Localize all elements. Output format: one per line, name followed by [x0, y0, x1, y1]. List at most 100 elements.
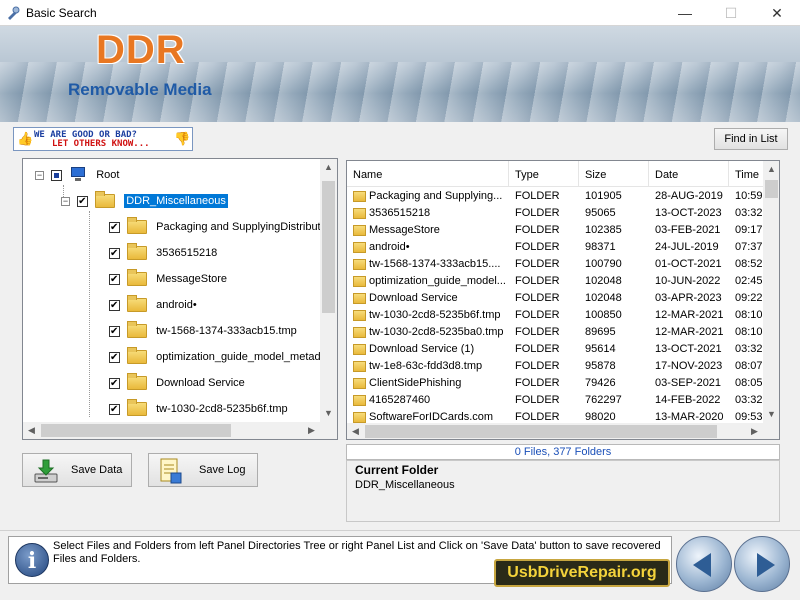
list-horizontal-scrollbar[interactable]: ◀ ▶	[347, 423, 779, 439]
find-in-list-button[interactable]: Find in List	[714, 128, 788, 150]
column-header-date[interactable]: Date	[649, 161, 729, 187]
tree-checkbox[interactable]	[109, 400, 120, 420]
current-folder-heading: Current Folder	[355, 463, 439, 477]
tree-node[interactable]: Packaging and SupplyingDistribution	[109, 217, 335, 238]
scroll-thumb[interactable]	[765, 180, 778, 198]
tree-node[interactable]: tw-1568-1374-333acb15.tmp	[109, 321, 297, 342]
column-header-size[interactable]: Size	[579, 161, 649, 187]
scroll-right-icon[interactable]: ▶	[303, 422, 320, 439]
tree-checkbox[interactable]	[77, 192, 89, 212]
tree-checkbox[interactable]	[109, 348, 120, 368]
feedback-badge[interactable]: 👍 WE ARE GOOD OR BAD? LET OTHERS KNOW...…	[13, 127, 193, 151]
cell-name: 4165287460	[369, 394, 431, 406]
cell-time: 08:10	[735, 326, 763, 338]
scroll-thumb[interactable]	[322, 181, 335, 313]
tree-checkbox[interactable]	[109, 296, 120, 316]
next-button[interactable]	[734, 536, 790, 592]
brand-logo: DDR	[96, 28, 186, 72]
scroll-down-icon[interactable]: ▼	[763, 406, 779, 423]
tree-node[interactable]: 3536515218	[109, 243, 218, 264]
cell-name: android•	[369, 241, 410, 253]
cell-type: FOLDER	[515, 309, 560, 321]
cell-name: 3536515218	[369, 207, 431, 219]
table-row[interactable]: tw-1030-2cd8-5235ba0.tmp FOLDER 89695 12-MA…	[347, 324, 765, 341]
cell-type: FOLDER	[515, 190, 560, 202]
save-log-label: Save Log	[199, 464, 246, 476]
list-vertical-scrollbar[interactable]: ▲ ▼	[763, 161, 779, 423]
back-button[interactable]	[676, 536, 732, 592]
table-row[interactable]: android• FOLDER 98371 24-JUL-2019 07:37	[347, 239, 765, 256]
scroll-thumb[interactable]	[365, 425, 717, 438]
scroll-thumb[interactable]	[41, 424, 231, 437]
save-data-label: Save Data	[71, 464, 123, 476]
tree-node-label: 3536515218	[156, 247, 218, 259]
computer-icon	[69, 167, 87, 183]
table-row[interactable]: MessageStore FOLDER 102385 03-FEB-2021 09:17	[347, 222, 765, 239]
tree-node[interactable]: android•	[109, 295, 197, 316]
cell-time: 03:32	[735, 343, 763, 355]
website-badge[interactable]: UsbDriveRepair.org	[494, 559, 670, 587]
root-checkbox[interactable]	[51, 169, 63, 181]
table-row[interactable]: ClientSidePhishing FOLDER 79426 03-SEP-2021…	[347, 375, 765, 392]
scroll-right-icon[interactable]: ▶	[746, 423, 763, 439]
save-log-button[interactable]: Save Log	[148, 453, 258, 487]
cell-name: tw-1e8-63c-fdd3d8.tmp	[369, 360, 483, 372]
scroll-left-icon[interactable]: ◀	[23, 422, 40, 439]
minimize-button[interactable]: —	[662, 0, 708, 26]
tree-checkbox[interactable]	[109, 218, 120, 238]
tree-checkbox[interactable]	[109, 244, 120, 264]
cell-date: 03-SEP-2021	[655, 377, 722, 389]
column-header-name[interactable]: Name	[347, 161, 509, 187]
collapse-icon[interactable]: −	[61, 196, 70, 206]
table-row[interactable]: tw-1030-2cd8-5235b6f.tmp FOLDER 100850 12-M…	[347, 307, 765, 324]
close-button[interactable]: ✕	[754, 0, 800, 26]
scroll-up-icon[interactable]: ▲	[320, 159, 337, 176]
file-list[interactable]: Name Type Size Date Time Packaging and S…	[346, 160, 780, 440]
table-row[interactable]: optimization_guide_model... FOLDER 102048 1…	[347, 273, 765, 290]
tree-horizontal-scrollbar[interactable]: ◀ ▶	[23, 422, 337, 439]
tree-node-label: MessageStore	[156, 273, 228, 285]
scroll-down-icon[interactable]: ▼	[320, 405, 337, 422]
save-data-button[interactable]: Save Data	[22, 453, 132, 487]
tree-checkbox[interactable]	[109, 270, 120, 290]
maximize-button[interactable]: ☐	[708, 0, 754, 26]
tree-node-label: Root	[96, 169, 120, 181]
cell-type: FOLDER	[515, 360, 560, 372]
folder-icon	[127, 269, 148, 287]
tree-node-selected[interactable]: − DDR_Miscellaneous	[61, 191, 228, 212]
directory-tree[interactable]: − Root − DDR_Miscellaneous Packaging and…	[22, 158, 338, 440]
table-row[interactable]: Packaging and Supplying... FOLDER 101905 28…	[347, 188, 765, 205]
cell-time: 03:32	[735, 394, 763, 406]
table-row[interactable]: tw-1e8-63c-fdd3d8.tmp FOLDER 95878 17-NOV-2…	[347, 358, 765, 375]
folder-open-icon	[95, 191, 116, 209]
folder-icon	[127, 347, 148, 365]
tree-node[interactable]: optimization_guide_model_metadat	[109, 347, 330, 368]
tree-vertical-scrollbar[interactable]: ▲ ▼	[320, 159, 337, 422]
column-header-type[interactable]: Type	[509, 161, 579, 187]
collapse-icon[interactable]: −	[35, 170, 44, 180]
table-row[interactable]: tw-1568-1374-333acb15.... FOLDER 100790 01-…	[347, 256, 765, 273]
tree-checkbox[interactable]	[109, 322, 120, 342]
cell-time: 09:17	[735, 224, 763, 236]
cell-size: 102048	[585, 275, 622, 287]
tree-node-root[interactable]: − Root	[35, 165, 119, 185]
next-arrow-icon	[757, 553, 775, 577]
scroll-left-icon[interactable]: ◀	[347, 423, 364, 439]
cell-time: 09:22	[735, 292, 763, 304]
folder-icon	[127, 399, 148, 417]
cell-size: 102048	[585, 292, 622, 304]
tree-node[interactable]: Download Service	[109, 373, 245, 394]
cell-size: 98371	[585, 241, 616, 253]
cell-date: 10-JUN-2022	[655, 275, 721, 287]
table-row[interactable]: 4165287460 FOLDER 762297 14-FEB-2022 03:32	[347, 392, 765, 409]
tree-node[interactable]: MessageStore	[109, 269, 228, 290]
table-row[interactable]: 3536515218 FOLDER 95065 13-OCT-2023 03:32	[347, 205, 765, 222]
cell-date: 28-AUG-2019	[655, 190, 723, 202]
scroll-up-icon[interactable]: ▲	[763, 161, 779, 178]
cell-date: 24-JUL-2019	[655, 241, 719, 253]
back-arrow-icon	[693, 553, 711, 577]
table-row[interactable]: Download Service (1) FOLDER 95614 13-OCT-20…	[347, 341, 765, 358]
table-row[interactable]: Download Service FOLDER 102048 03-APR-2023 0…	[347, 290, 765, 307]
tree-checkbox[interactable]	[109, 374, 120, 394]
tree-node[interactable]: tw-1030-2cd8-5235b6f.tmp	[109, 399, 288, 420]
